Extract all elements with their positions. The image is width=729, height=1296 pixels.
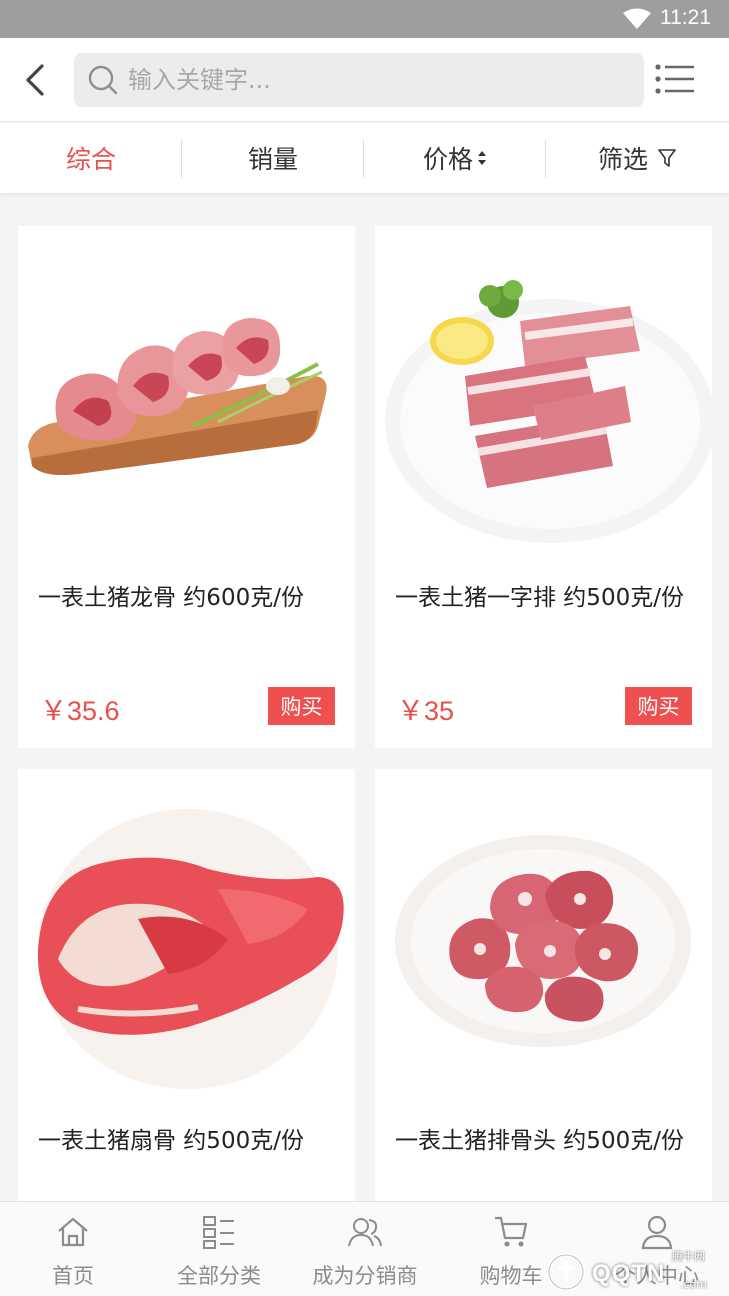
sort-tab-label: 筛选: [597, 145, 648, 174]
search-box[interactable]: [74, 53, 644, 107]
status-time: 11:21: [660, 6, 711, 29]
nav-home[interactable]: 首页: [0, 1202, 146, 1296]
product-image: [375, 226, 712, 563]
product-title: 一表土猪扇骨 约500克/份: [38, 1128, 304, 1154]
product-price: ￥35.6: [40, 696, 120, 726]
watermark: QQTN 腾牛网 .com: [540, 1248, 725, 1292]
watermark-small-text: 腾牛网: [672, 1250, 705, 1263]
wifi-icon: [623, 8, 651, 29]
sort-bar: 综合 销量 价格 筛选: [0, 123, 729, 193]
buy-button[interactable]: 购买: [625, 687, 692, 725]
sort-tab-label: 综合: [65, 145, 116, 174]
sort-tab-label: 价格: [422, 145, 473, 174]
product-card[interactable]: 一表土猪龙骨 约600克/份 ￥35.6 购买: [18, 226, 355, 748]
nav-label: 成为分销商: [312, 1264, 418, 1288]
list-icon: [655, 64, 694, 94]
header: [0, 38, 729, 122]
sort-tab-sales[interactable]: 销量: [182, 123, 364, 193]
sort-arrows-icon: [478, 151, 486, 165]
product-title: 一表土猪龙骨 约600克/份: [38, 585, 304, 611]
watermark-text: QQTN: [592, 1260, 666, 1287]
status-bar: 11:21: [0, 0, 729, 38]
product-image: [18, 769, 355, 1106]
home-icon: [58, 1217, 88, 1247]
nav-label: 首页: [52, 1264, 94, 1288]
product-image: [375, 769, 712, 1106]
sort-tab-filter[interactable]: 筛选: [546, 123, 728, 193]
users-icon: [348, 1218, 382, 1247]
list-menu-button[interactable]: [654, 62, 696, 96]
sort-tab-label: 销量: [247, 145, 298, 174]
chevron-left-icon: [26, 64, 44, 96]
product-card[interactable]: 一表土猪扇骨 约500克/份: [18, 769, 355, 1202]
product-price: ￥35: [397, 696, 455, 726]
product-card[interactable]: 一表土猪排骨头 约500克/份: [375, 769, 712, 1202]
buy-button[interactable]: 购买: [268, 687, 335, 725]
product-title: 一表土猪排骨头 约500克/份: [395, 1128, 684, 1154]
back-button[interactable]: [18, 60, 54, 100]
product-card[interactable]: 一表土猪一字排 约500克/份 ￥35 购买: [375, 226, 712, 748]
search-icon: [88, 65, 118, 95]
product-image: [18, 226, 355, 563]
watermark-domain-text: .com: [680, 1278, 707, 1291]
category-icon: [203, 1216, 234, 1249]
user-icon: [641, 1215, 673, 1250]
nav-label: 全部分类: [177, 1264, 261, 1288]
search-input[interactable]: [128, 53, 628, 107]
watermark-logo-icon: [547, 1253, 585, 1291]
product-title: 一表土猪一字排 约500克/份: [395, 585, 684, 611]
sort-tab-comprehensive[interactable]: 综合: [0, 123, 182, 193]
nav-distributor[interactable]: 成为分销商: [292, 1202, 438, 1296]
filter-icon: [658, 149, 676, 167]
nav-categories[interactable]: 全部分类: [146, 1202, 292, 1296]
sort-tab-price[interactable]: 价格: [364, 123, 546, 193]
cart-icon: [495, 1216, 528, 1247]
